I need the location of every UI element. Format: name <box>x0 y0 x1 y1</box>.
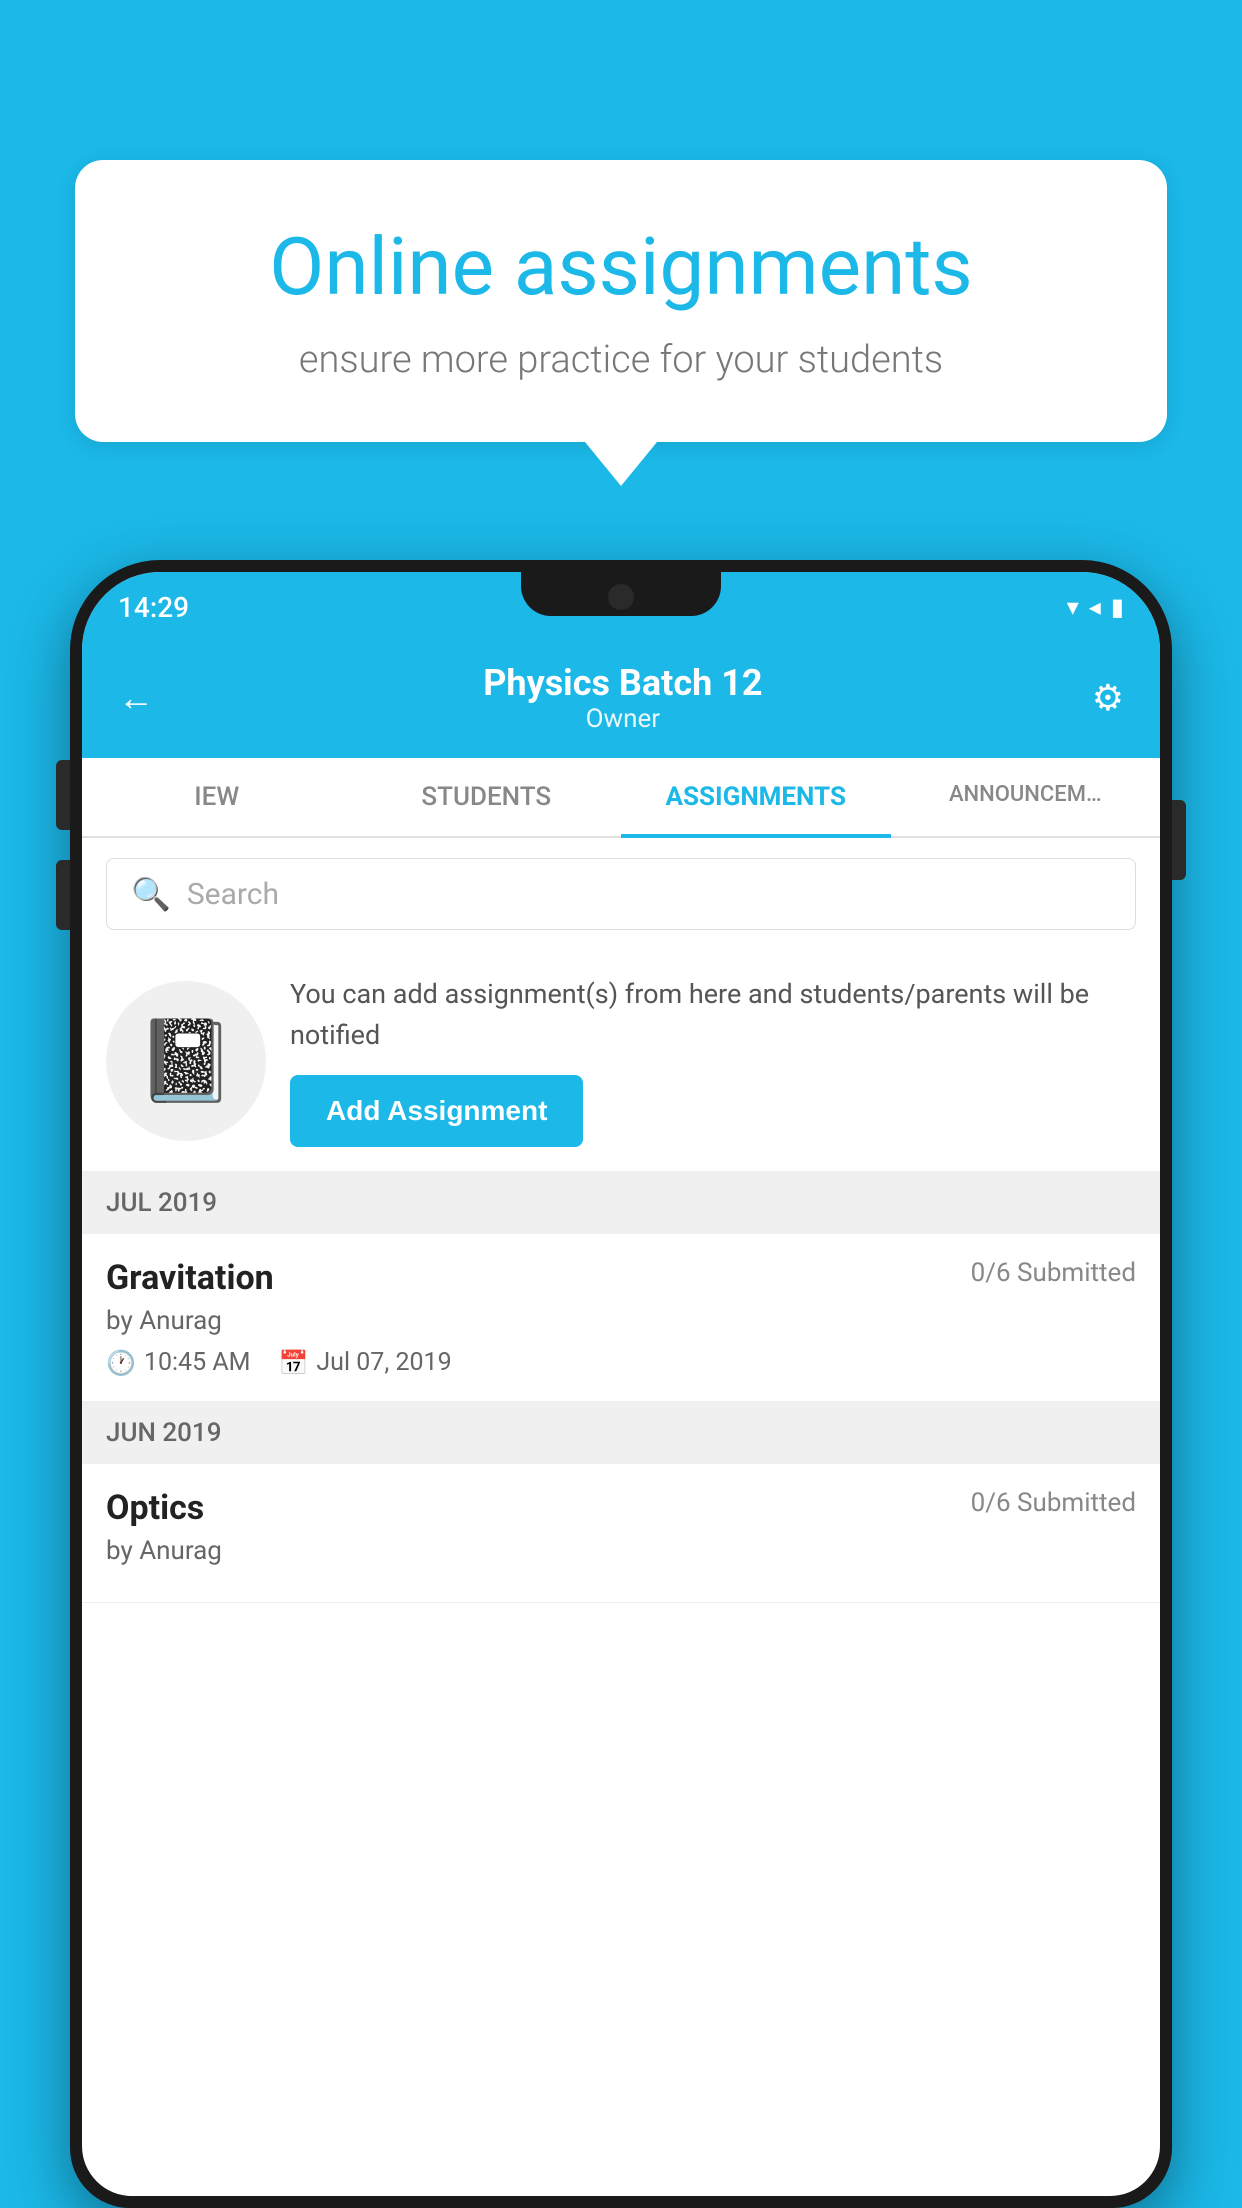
assignment-author-gravitation: by Anurag <box>106 1306 1136 1336</box>
tab-announcements[interactable]: ANNOUNCEM… <box>891 758 1161 836</box>
section-label-jul: JUL 2019 <box>106 1188 217 1218</box>
section-header-jul: JUL 2019 <box>82 1172 1160 1234</box>
header-subtitle: Owner <box>483 704 762 734</box>
assignment-submitted-optics: 0/6 Submitted <box>971 1488 1136 1518</box>
bubble-subtitle: ensure more practice for your students <box>145 338 1097 382</box>
bubble-title: Online assignments <box>145 220 1097 314</box>
assignment-item-gravitation[interactable]: Gravitation 0/6 Submitted by Anurag 🕐 10… <box>82 1234 1160 1402</box>
front-camera <box>608 584 634 610</box>
settings-button[interactable]: ⚙ <box>1092 677 1124 719</box>
promo-section: 📓 You can add assignment(s) from here an… <box>82 950 1160 1172</box>
wifi-icon: ▾ <box>1067 593 1079 621</box>
speech-bubble: Online assignments ensure more practice … <box>75 160 1167 442</box>
phone-screen: 14:29 ▾ ◂ ▮ ← Physics Batch 12 Owner ⚙ I… <box>82 572 1160 2196</box>
assignment-meta-gravitation: 🕐 10:45 AM 📅 Jul 07, 2019 <box>106 1348 1136 1377</box>
promo-description: You can add assignment(s) from here and … <box>290 974 1136 1055</box>
assignment-item-optics[interactable]: Optics 0/6 Submitted by Anurag <box>82 1464 1160 1603</box>
signal-icon: ◂ <box>1089 593 1101 621</box>
assignment-top: Gravitation 0/6 Submitted <box>106 1258 1136 1298</box>
status-icons: ▾ ◂ ▮ <box>1067 593 1124 621</box>
app-header: ← Physics Batch 12 Owner ⚙ <box>82 642 1160 758</box>
back-button[interactable]: ← <box>118 677 154 719</box>
clock-icon: 🕐 <box>106 1349 136 1377</box>
add-assignment-button[interactable]: Add Assignment <box>290 1075 583 1147</box>
date-value-gravitation: Jul 07, 2019 <box>316 1348 451 1377</box>
calendar-icon: 📅 <box>278 1349 308 1377</box>
section-header-jun: JUN 2019 <box>82 1402 1160 1464</box>
search-placeholder: Search <box>187 877 279 912</box>
tab-iew[interactable]: IEW <box>82 758 352 836</box>
section-label-jun: JUN 2019 <box>106 1418 221 1448</box>
assignment-name-optics: Optics <box>106 1488 204 1528</box>
assignment-date-gravitation: 📅 Jul 07, 2019 <box>278 1348 451 1377</box>
phone-notch <box>521 572 721 616</box>
battery-icon: ▮ <box>1111 593 1124 621</box>
search-bar[interactable]: 🔍 Search <box>106 858 1136 930</box>
assignment-submitted-gravitation: 0/6 Submitted <box>971 1258 1136 1288</box>
phone-frame: 14:29 ▾ ◂ ▮ ← Physics Batch 12 Owner ⚙ I… <box>70 560 1172 2208</box>
assignment-top-optics: Optics 0/6 Submitted <box>106 1488 1136 1528</box>
assignment-time-gravitation: 🕐 10:45 AM <box>106 1348 250 1377</box>
tab-assignments[interactable]: ASSIGNMENTS <box>621 758 891 836</box>
search-icon: 🔍 <box>131 875 171 913</box>
header-center: Physics Batch 12 Owner <box>483 662 762 734</box>
time-value-gravitation: 10:45 AM <box>144 1348 251 1377</box>
notebook-icon: 📓 <box>136 1014 236 1108</box>
volume-down-button[interactable] <box>56 860 70 930</box>
header-title: Physics Batch 12 <box>483 662 762 704</box>
tab-students[interactable]: STUDENTS <box>352 758 622 836</box>
assignment-author-optics: by Anurag <box>106 1536 1136 1566</box>
volume-up-button[interactable] <box>56 760 70 830</box>
speech-bubble-tail <box>585 442 657 486</box>
power-button[interactable] <box>1172 800 1186 880</box>
promo-card: Online assignments ensure more practice … <box>75 160 1167 486</box>
assignment-name-gravitation: Gravitation <box>106 1258 274 1298</box>
tab-bar: IEW STUDENTS ASSIGNMENTS ANNOUNCEM… <box>82 758 1160 838</box>
promo-right: You can add assignment(s) from here and … <box>290 974 1136 1147</box>
status-time: 14:29 <box>118 591 189 624</box>
assignment-icon-circle: 📓 <box>106 981 266 1141</box>
